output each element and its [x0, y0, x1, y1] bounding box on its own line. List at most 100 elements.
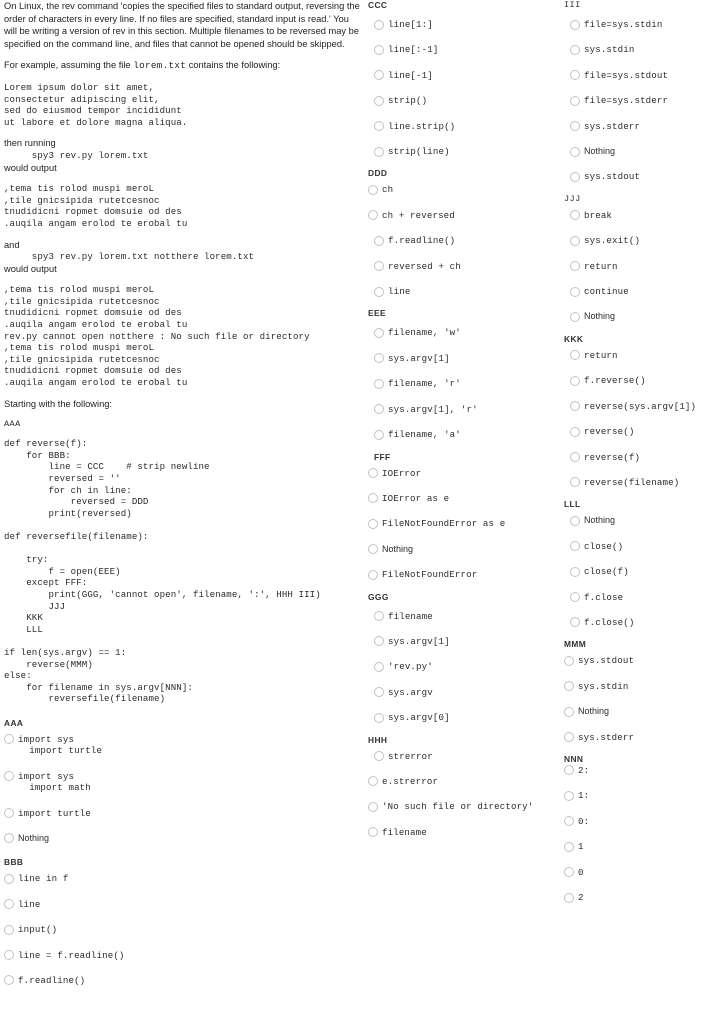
radio-icon[interactable]: [4, 808, 14, 818]
option-eee-3[interactable]: sys.argv[1], 'r': [368, 404, 564, 415]
option-ccc-2[interactable]: line[-1]: [368, 70, 564, 81]
radio-icon[interactable]: [564, 892, 574, 903]
option-lll-4[interactable]: f.close(): [564, 617, 712, 628]
radio-icon[interactable]: [570, 235, 580, 246]
option-kkk-1[interactable]: f.reverse(): [564, 375, 712, 386]
radio-icon[interactable]: [374, 121, 384, 132]
radio-icon[interactable]: [570, 401, 580, 412]
option-bbb-2[interactable]: input(): [4, 924, 362, 935]
radio-icon[interactable]: [374, 146, 384, 157]
radio-icon[interactable]: [570, 19, 580, 30]
option-ccc-1[interactable]: line[:-1]: [368, 44, 564, 55]
option-ddd-0[interactable]: ch: [368, 184, 564, 195]
option-aaa-2[interactable]: import turtle: [4, 808, 362, 819]
option-ddd-1[interactable]: ch + reversed: [368, 210, 564, 221]
option-hhh-1[interactable]: e.strerror: [368, 776, 564, 787]
radio-icon[interactable]: [374, 712, 384, 723]
option-jjj-2[interactable]: return: [564, 261, 712, 272]
option-ddd-3[interactable]: reversed + ch: [368, 261, 564, 272]
radio-icon[interactable]: [374, 327, 384, 338]
radio-icon[interactable]: [368, 544, 378, 555]
option-ccc-4[interactable]: line.strip(): [368, 121, 564, 132]
option-aaa-0[interactable]: import sys import turtle: [4, 734, 362, 757]
radio-icon[interactable]: [374, 429, 384, 440]
option-aaa-1[interactable]: import sys import math: [4, 771, 362, 794]
radio-icon[interactable]: [570, 44, 580, 55]
radio-icon[interactable]: [570, 311, 580, 322]
option-lll-2[interactable]: close(f): [564, 566, 712, 577]
radio-icon[interactable]: [4, 833, 14, 844]
radio-icon[interactable]: [374, 751, 384, 762]
radio-icon[interactable]: [368, 776, 378, 787]
option-jjj-4[interactable]: Nothing: [564, 311, 712, 322]
radio-icon[interactable]: [368, 184, 378, 195]
radio-icon[interactable]: [570, 286, 580, 297]
radio-icon[interactable]: [570, 617, 580, 628]
option-lll-3[interactable]: f.close: [564, 592, 712, 603]
option-kkk-4[interactable]: reverse(f): [564, 452, 712, 463]
radio-icon[interactable]: [4, 975, 14, 986]
radio-icon[interactable]: [4, 924, 14, 935]
option-fff-0[interactable]: IOError: [368, 468, 564, 479]
radio-icon[interactable]: [368, 210, 378, 221]
radio-icon[interactable]: [570, 515, 580, 526]
option-ggg-4[interactable]: sys.argv[0]: [368, 712, 564, 723]
option-ccc-5[interactable]: strip(line): [368, 146, 564, 157]
radio-icon[interactable]: [368, 493, 378, 504]
radio-icon[interactable]: [564, 732, 574, 743]
radio-icon[interactable]: [374, 19, 384, 30]
option-lll-1[interactable]: close(): [564, 541, 712, 552]
option-bbb-4[interactable]: f.readline(): [4, 975, 362, 986]
option-iii-1[interactable]: sys.stdin: [564, 44, 712, 55]
radio-icon[interactable]: [374, 70, 384, 81]
radio-icon[interactable]: [564, 681, 574, 692]
radio-icon[interactable]: [570, 426, 580, 437]
radio-icon[interactable]: [374, 286, 384, 297]
radio-icon[interactable]: [374, 404, 384, 415]
radio-icon[interactable]: [570, 350, 580, 361]
option-bbb-3[interactable]: line = f.readline(): [4, 950, 362, 961]
option-fff-3[interactable]: Nothing: [368, 544, 564, 555]
radio-icon[interactable]: [4, 950, 14, 961]
option-jjj-1[interactable]: sys.exit(): [564, 235, 712, 246]
radio-icon[interactable]: [570, 477, 580, 488]
radio-icon[interactable]: [374, 353, 384, 364]
radio-icon[interactable]: [374, 661, 384, 672]
option-ggg-2[interactable]: 'rev.py': [368, 661, 564, 672]
option-iii-5[interactable]: Nothing: [564, 146, 712, 157]
option-ccc-0[interactable]: line[1:]: [368, 19, 564, 30]
option-kkk-3[interactable]: reverse(): [564, 426, 712, 437]
radio-icon[interactable]: [374, 44, 384, 55]
radio-icon[interactable]: [570, 146, 580, 157]
radio-icon[interactable]: [374, 261, 384, 272]
radio-icon[interactable]: [4, 899, 14, 910]
option-iii-2[interactable]: file=sys.stdout: [564, 70, 712, 81]
radio-icon[interactable]: [570, 210, 580, 221]
radio-icon[interactable]: [4, 873, 14, 884]
option-ggg-0[interactable]: filename: [368, 611, 564, 622]
radio-icon[interactable]: [570, 70, 580, 81]
radio-icon[interactable]: [570, 171, 580, 182]
option-hhh-3[interactable]: filename: [368, 827, 564, 838]
radio-icon[interactable]: [4, 771, 14, 782]
radio-icon[interactable]: [368, 569, 378, 580]
option-ccc-3[interactable]: strip(): [368, 95, 564, 106]
option-eee-2[interactable]: filename, 'r': [368, 378, 564, 389]
option-ggg-1[interactable]: sys.argv[1]: [368, 636, 564, 647]
option-nnn-4[interactable]: 0: [564, 867, 712, 878]
radio-icon[interactable]: [368, 518, 378, 529]
option-nnn-2[interactable]: 0:: [564, 816, 712, 827]
radio-icon[interactable]: [374, 235, 384, 246]
option-kkk-2[interactable]: reverse(sys.argv[1]): [564, 401, 712, 412]
option-iii-6[interactable]: sys.stdout: [564, 171, 712, 182]
option-kkk-0[interactable]: return: [564, 350, 712, 361]
option-nnn-5[interactable]: 2: [564, 892, 712, 903]
option-ddd-4[interactable]: line: [368, 286, 564, 297]
option-nnn-0[interactable]: 2:: [564, 765, 712, 776]
radio-icon[interactable]: [570, 375, 580, 386]
option-bbb-1[interactable]: line: [4, 899, 362, 910]
radio-icon[interactable]: [564, 816, 574, 827]
radio-icon[interactable]: [368, 827, 378, 838]
option-ddd-2[interactable]: f.readline(): [368, 235, 564, 246]
option-bbb-0[interactable]: line in f: [4, 873, 362, 884]
